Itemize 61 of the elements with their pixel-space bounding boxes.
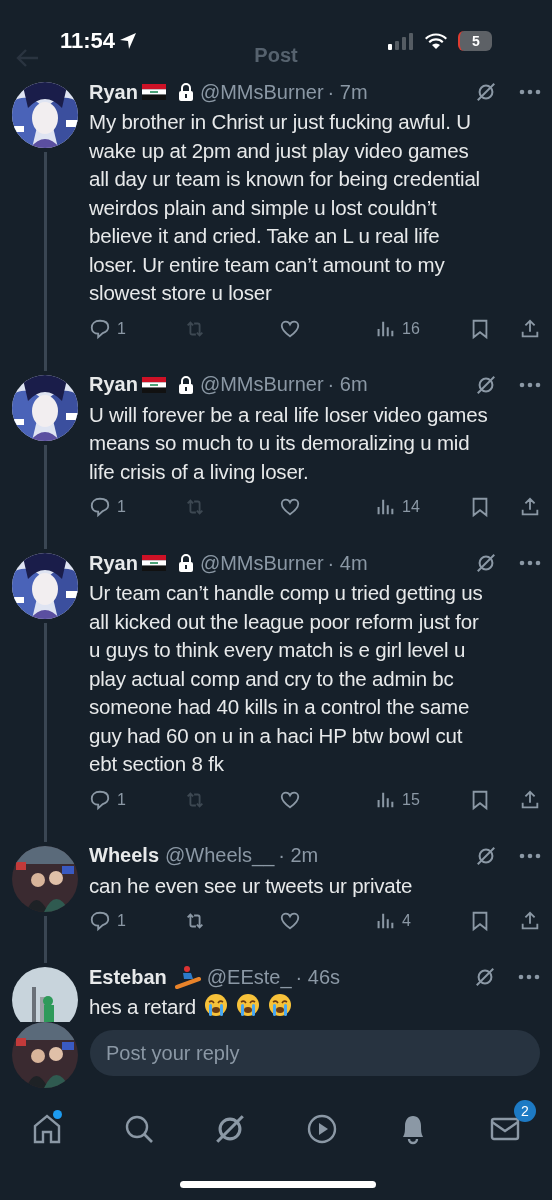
author-name[interactable]: Wheels — [89, 844, 160, 867]
grok-icon[interactable] — [475, 373, 497, 396]
author-handle[interactable]: @MMsBurner — [199, 80, 324, 104]
reply-count: 1 — [117, 498, 126, 516]
post-text: hes a retard — [89, 993, 540, 1022]
post-time: · 6m — [327, 373, 368, 396]
share-icon[interactable] — [519, 496, 541, 518]
post-text: can he even see ur tweets ur private — [89, 872, 414, 899]
author-handle[interactable]: @Wheels__ — [165, 844, 275, 867]
reply-count: 1 — [117, 912, 126, 930]
share-icon[interactable] — [519, 317, 541, 340]
wifi-icon — [424, 32, 448, 50]
signal-icon — [388, 32, 414, 50]
more-icon[interactable] — [519, 560, 541, 566]
post-text: Ur team can’t handle comp u tried getting us all kicked out the league poor reform just for u guys to think every match is e girl level u play actual comp and cry to the admin bc someone had 40 kills in a control the same guy had 60 on u in a haci HP btw bowl cut ebt section 8 fk — [89, 580, 484, 777]
post-time: · 46s — [295, 965, 341, 989]
reply-icon[interactable] — [89, 496, 111, 518]
author-handle[interactable]: @MMsBurner — [199, 551, 324, 575]
crying-face-icon — [268, 993, 292, 1017]
author-name[interactable]: Ryan — [89, 80, 138, 104]
view-count: 14 — [402, 498, 420, 516]
screen-title: Post — [254, 44, 298, 67]
author-name[interactable]: Ryan — [89, 551, 138, 575]
battery-indicator: 5 — [458, 31, 492, 51]
grok-icon[interactable] — [475, 552, 497, 574]
view-count: 4 — [402, 912, 411, 930]
author-handle[interactable]: @MMsBurner — [199, 373, 324, 396]
location-arrow-icon — [119, 32, 138, 50]
grok-icon[interactable] — [474, 966, 496, 988]
reply-icon[interactable] — [89, 910, 111, 932]
more-icon[interactable] — [519, 852, 541, 859]
post-time: · 4m — [327, 551, 368, 575]
reply-count: 1 — [117, 790, 126, 809]
author-name[interactable]: Ryan — [89, 373, 138, 396]
reply-icon[interactable] — [89, 788, 111, 811]
reply-count: 1 — [117, 319, 126, 338]
post-text: U will forever be a real life loser video games means so much to u its demoralizing u mid life crisis of a living loser. — [89, 401, 489, 485]
heart-icon[interactable] — [279, 910, 301, 932]
more-icon[interactable] — [518, 974, 540, 980]
share-icon[interactable] — [519, 788, 541, 811]
heart-icon[interactable] — [279, 496, 301, 518]
view-count: 15 — [402, 790, 420, 809]
post-time: · 7m — [327, 80, 368, 104]
repost-icon[interactable] — [184, 910, 206, 932]
more-icon[interactable] — [519, 381, 541, 388]
post-time: · 2m — [278, 844, 319, 867]
crying-face-icon — [236, 993, 260, 1017]
author-name[interactable]: Esteban — [89, 965, 167, 989]
reply-icon[interactable] — [89, 317, 111, 340]
unread-badge: 2 — [513, 1100, 536, 1122]
more-icon[interactable] — [519, 89, 541, 95]
grok-icon[interactable] — [475, 844, 497, 867]
snowboarder-icon — [174, 965, 201, 989]
reply-field[interactable]: Post your reply — [90, 1030, 540, 1076]
clock-time: 11:54 — [60, 28, 116, 54]
grok-icon[interactable] — [475, 81, 497, 103]
share-icon[interactable] — [519, 910, 541, 932]
author-handle[interactable]: @EEste_ — [206, 965, 292, 989]
post-text: My brother in Christ ur just fucking awful. U wake up at 2pm and just play video games all day ur team is known for being credential weirdos plain and simple u lost couldn’t believe it and cried. Take an L u real life loser. Ur entire team can’t amount to my slowest store u loser — [89, 109, 481, 306]
view-count: 16 — [402, 319, 420, 338]
crying-face-icon — [204, 993, 228, 1017]
